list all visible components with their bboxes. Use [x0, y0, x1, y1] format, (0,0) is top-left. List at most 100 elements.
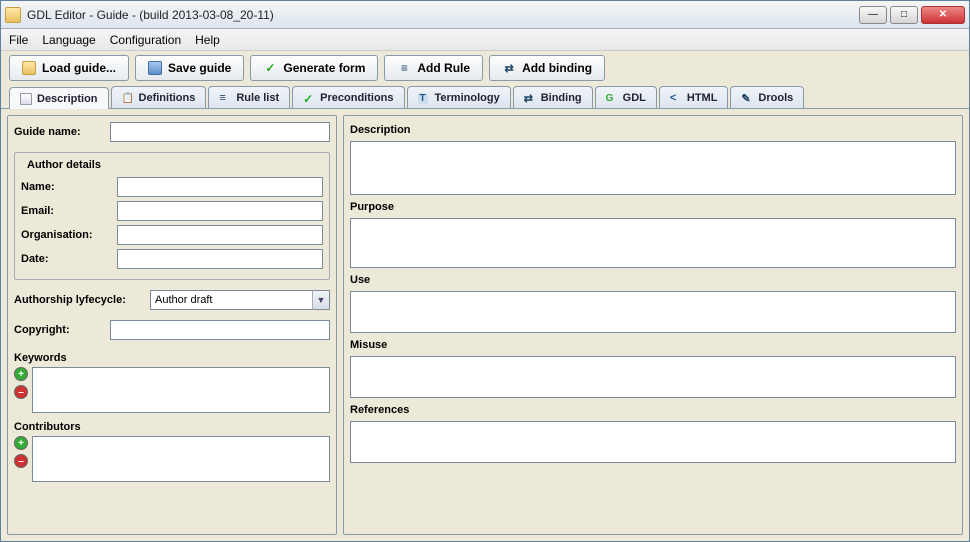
lifecycle-select-wrap[interactable]: ▼	[150, 290, 330, 310]
misuse-label: Misuse	[350, 339, 956, 351]
minimize-button[interactable]: —	[859, 6, 887, 24]
drools-icon	[741, 92, 753, 104]
app-window: GDL Editor - Guide - (build 2013-03-08_2…	[0, 0, 970, 542]
copyright-input[interactable]	[110, 320, 330, 340]
tab-description[interactable]: Description	[9, 87, 109, 109]
save-guide-label: Save guide	[168, 61, 231, 75]
name-input[interactable]	[117, 177, 323, 197]
rule-icon	[397, 61, 411, 75]
window-controls: — □ ✕	[859, 6, 965, 24]
close-button[interactable]: ✕	[921, 6, 965, 24]
keywords-add-button[interactable]: +	[14, 367, 28, 381]
doc-icon	[20, 93, 32, 105]
misuse-textarea[interactable]	[350, 356, 956, 398]
tab-binding[interactable]: Binding	[513, 86, 593, 108]
generate-form-button[interactable]: Generate form	[250, 55, 378, 81]
app-icon	[5, 7, 21, 23]
tab-gdl-label: GDL	[623, 92, 646, 104]
tab-definitions-label: Definitions	[139, 92, 196, 104]
tab-drools-label: Drools	[758, 92, 793, 104]
guide-name-row: Guide name:	[14, 122, 330, 142]
folder-icon	[22, 61, 36, 75]
purpose-label: Purpose	[350, 201, 956, 213]
org-label: Organisation:	[21, 229, 111, 241]
rulelist-icon	[219, 92, 231, 104]
tabbar: Description Definitions Rule list Precon…	[1, 85, 969, 109]
references-textarea[interactable]	[350, 421, 956, 463]
tab-preconditions[interactable]: Preconditions	[292, 86, 404, 108]
keywords-label: Keywords	[14, 352, 330, 364]
terminology-icon	[418, 92, 430, 104]
maximize-button[interactable]: □	[890, 6, 918, 24]
add-binding-button[interactable]: Add binding	[489, 55, 605, 81]
menu-configuration[interactable]: Configuration	[110, 33, 181, 47]
window-title: GDL Editor - Guide - (build 2013-03-08_2…	[27, 8, 859, 22]
contributors-list[interactable]	[32, 436, 330, 482]
tab-rulelist-label: Rule list	[236, 92, 279, 104]
description-label: Description	[350, 124, 956, 136]
toolbar: Load guide... Save guide Generate form A…	[1, 51, 969, 85]
contributors-section: Contributors + –	[14, 419, 330, 482]
generate-form-label: Generate form	[283, 61, 365, 75]
tab-html[interactable]: HTML	[659, 86, 729, 108]
email-input[interactable]	[117, 201, 323, 221]
menu-help[interactable]: Help	[195, 33, 220, 47]
author-details-fieldset: Author details Name: Email: Organisation…	[14, 152, 330, 280]
titlebar: GDL Editor - Guide - (build 2013-03-08_2…	[1, 1, 969, 29]
guide-name-input[interactable]	[110, 122, 330, 142]
html-icon	[670, 92, 682, 104]
add-rule-button[interactable]: Add Rule	[384, 55, 483, 81]
date-input[interactable]	[117, 249, 323, 269]
gdl-icon	[606, 92, 618, 104]
contributors-add-button[interactable]: +	[14, 436, 28, 450]
disk-icon	[148, 61, 162, 75]
keywords-section: Keywords + –	[14, 350, 330, 413]
content: Guide name: Author details Name: Email: …	[1, 109, 969, 541]
tab-terminology[interactable]: Terminology	[407, 86, 511, 108]
tab-terminology-label: Terminology	[435, 92, 500, 104]
lifecycle-row: Authorship lyfecycle: ▼	[14, 290, 330, 310]
use-textarea[interactable]	[350, 291, 956, 333]
menu-language[interactable]: Language	[42, 33, 95, 47]
description-textarea[interactable]	[350, 141, 956, 195]
tab-rulelist[interactable]: Rule list	[208, 86, 290, 108]
left-panel: Guide name: Author details Name: Email: …	[7, 115, 337, 535]
copyright-row: Copyright:	[14, 320, 330, 340]
tab-definitions[interactable]: Definitions	[111, 86, 207, 108]
load-guide-button[interactable]: Load guide...	[9, 55, 129, 81]
tab-binding-label: Binding	[541, 92, 582, 104]
definitions-icon	[122, 92, 134, 104]
menubar: File Language Configuration Help	[1, 29, 969, 51]
load-guide-label: Load guide...	[42, 61, 116, 75]
lifecycle-label: Authorship lyfecycle:	[14, 294, 144, 306]
purpose-textarea[interactable]	[350, 218, 956, 268]
check-icon	[263, 61, 277, 75]
contributors-remove-button[interactable]: –	[14, 454, 28, 468]
tab-gdl[interactable]: GDL	[595, 86, 657, 108]
right-panel: Description Purpose Use Misuse Reference…	[343, 115, 963, 535]
org-input[interactable]	[117, 225, 323, 245]
keywords-remove-button[interactable]: –	[14, 385, 28, 399]
tab-preconditions-label: Preconditions	[320, 92, 393, 104]
binding-icon	[524, 92, 536, 104]
email-label: Email:	[21, 205, 111, 217]
precond-icon	[303, 92, 315, 104]
menu-file[interactable]: File	[9, 33, 28, 47]
name-label: Name:	[21, 181, 111, 193]
use-label: Use	[350, 274, 956, 286]
link-icon	[502, 61, 516, 75]
chevron-down-icon[interactable]: ▼	[312, 290, 330, 310]
add-rule-label: Add Rule	[417, 61, 470, 75]
tab-drools[interactable]: Drools	[730, 86, 804, 108]
date-label: Date:	[21, 253, 111, 265]
references-label: References	[350, 404, 956, 416]
lifecycle-select[interactable]	[150, 290, 330, 310]
tab-description-label: Description	[37, 93, 98, 105]
contributors-label: Contributors	[14, 421, 330, 433]
save-guide-button[interactable]: Save guide	[135, 55, 244, 81]
tab-html-label: HTML	[687, 92, 718, 104]
guide-name-label: Guide name:	[14, 126, 104, 138]
add-binding-label: Add binding	[522, 61, 592, 75]
copyright-label: Copyright:	[14, 324, 104, 336]
keywords-list[interactable]	[32, 367, 330, 413]
